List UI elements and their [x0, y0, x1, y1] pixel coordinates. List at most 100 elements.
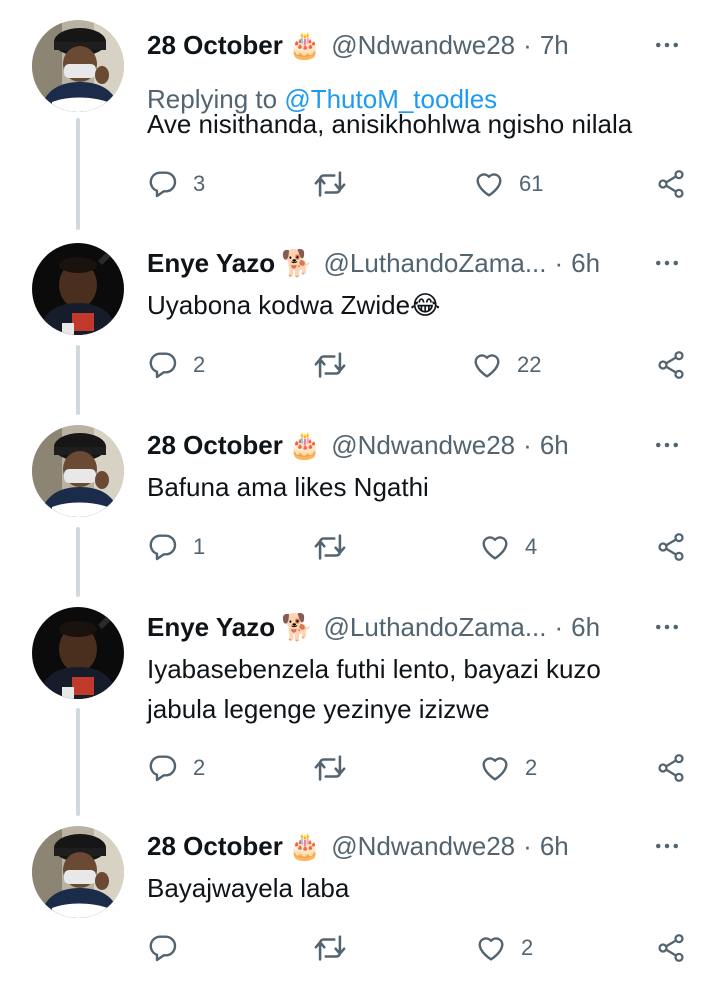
- separator-dot: ·: [523, 429, 532, 460]
- like-button[interactable]: 2: [479, 748, 537, 788]
- tweet-actions: 2 22: [147, 345, 692, 385]
- thread-line: [76, 118, 80, 230]
- timestamp[interactable]: 6h: [540, 831, 569, 862]
- thread-line: [76, 527, 80, 597]
- reply-button[interactable]: 2: [147, 345, 205, 385]
- like-button[interactable]: 2: [475, 928, 533, 968]
- display-name[interactable]: 28 October: [147, 30, 283, 61]
- tweet-actions: 2 2: [147, 748, 692, 788]
- thread-line: [76, 345, 80, 415]
- retweet-button[interactable]: [313, 527, 347, 567]
- like-count: 61: [519, 171, 544, 196]
- like-count: 2: [521, 935, 534, 960]
- retweet-icon: [313, 167, 347, 201]
- share-button[interactable]: [655, 164, 687, 204]
- reply-count: 3: [193, 171, 206, 196]
- share-button[interactable]: [655, 527, 687, 567]
- timestamp[interactable]: 7h: [540, 30, 569, 61]
- tweet-text: Iyabasebenzela futhi lento, bayazi kuzo …: [147, 649, 677, 729]
- more-icon[interactable]: [650, 246, 684, 280]
- avatar[interactable]: [32, 20, 124, 112]
- tweet-actions: 3 61: [147, 164, 692, 204]
- reply-button[interactable]: 1: [147, 527, 205, 567]
- more-icon[interactable]: [650, 610, 684, 644]
- timestamp[interactable]: 6h: [571, 248, 600, 279]
- tweet-text: Bafuna ama likes Ngathi: [147, 472, 429, 502]
- retweet-button[interactable]: [313, 748, 347, 788]
- tweet-text-line: Iyabasebenzela futhi lento, bayazi kuzo: [147, 654, 601, 684]
- cake-emoji: 🎂: [288, 830, 322, 861]
- share-button[interactable]: [655, 748, 687, 788]
- avatar[interactable]: [32, 425, 124, 517]
- retweet-button[interactable]: [313, 345, 347, 385]
- separator-dot: ·: [554, 247, 564, 278]
- like-count: 22: [517, 352, 542, 377]
- dog-emoji: 🐕: [281, 247, 314, 278]
- reply-icon: [147, 349, 179, 381]
- avatar[interactable]: [32, 243, 124, 335]
- reply-button[interactable]: 2: [147, 748, 205, 788]
- user-handle[interactable]: @Ndwandwe28: [331, 430, 515, 461]
- reply-icon: [147, 932, 179, 964]
- share-icon: [655, 932, 687, 964]
- separator-dot: ·: [554, 611, 564, 642]
- avatar[interactable]: [32, 607, 124, 699]
- tweet-header: 28 October 🎂 @Ndwandwe28 · 6h: [147, 428, 690, 462]
- share-button[interactable]: [655, 345, 687, 385]
- more-icon[interactable]: [650, 428, 684, 462]
- tweet-header: Enye Yazo 🐕 @LuthandoZama... · 6h: [147, 246, 690, 280]
- tweet-text: Uyabona kodwa Zwide😂: [147, 290, 441, 320]
- more-icon[interactable]: [650, 28, 684, 62]
- share-icon: [655, 531, 687, 563]
- reply-count: 2: [193, 755, 206, 780]
- like-icon: [479, 531, 511, 563]
- reply-count: 2: [193, 352, 206, 377]
- user-handle[interactable]: @LuthandoZama...: [324, 248, 547, 279]
- tweet-actions: 1 4: [147, 527, 692, 567]
- like-button[interactable]: 4: [479, 527, 537, 567]
- retweet-icon: [313, 931, 347, 965]
- reply-count: 1: [193, 534, 206, 559]
- dog-emoji: 🐕: [281, 611, 314, 642]
- tweet-text: Ave nisithanda, anisikhohlwa ngisho nila…: [147, 109, 633, 139]
- tweet-actions: 2: [147, 928, 692, 968]
- like-icon: [473, 168, 505, 200]
- tweet-text-line: jabula legenge yezinye izizwe: [147, 694, 490, 724]
- like-count: 2: [525, 755, 538, 780]
- tweet-text: Bayajwayela laba: [147, 873, 350, 903]
- separator-dot: ·: [523, 29, 532, 60]
- user-handle[interactable]: @Ndwandwe28: [331, 30, 515, 61]
- cake-emoji: 🎂: [288, 29, 322, 60]
- reply-icon: [147, 752, 179, 784]
- like-button[interactable]: 61: [473, 164, 543, 204]
- tweet-header: Enye Yazo 🐕 @LuthandoZama... · 6h: [147, 610, 690, 644]
- share-icon: [655, 752, 687, 784]
- reply-icon: [147, 531, 179, 563]
- timestamp[interactable]: 6h: [540, 430, 569, 461]
- timestamp[interactable]: 6h: [571, 612, 600, 643]
- user-handle[interactable]: @Ndwandwe28: [331, 831, 515, 862]
- display-name[interactable]: 28 October: [147, 430, 283, 461]
- cake-emoji: 🎂: [288, 429, 322, 460]
- share-button[interactable]: [655, 928, 687, 968]
- reply-button[interactable]: 3: [147, 164, 205, 204]
- share-icon: [655, 349, 687, 381]
- display-name[interactable]: Enye Yazo: [147, 612, 275, 643]
- thread-line: [76, 708, 80, 816]
- share-icon: [655, 168, 687, 200]
- retweet-button[interactable]: [313, 164, 347, 204]
- display-name[interactable]: 28 October: [147, 831, 283, 862]
- user-handle[interactable]: @LuthandoZama...: [324, 612, 547, 643]
- like-icon: [475, 932, 507, 964]
- retweet-button[interactable]: [313, 928, 347, 968]
- like-icon: [471, 349, 503, 381]
- reply-thread: 28 October 🎂 @Ndwandwe28 · 7h Replying t…: [0, 0, 720, 989]
- more-icon[interactable]: [650, 829, 684, 863]
- tweet-header: 28 October 🎂 @Ndwandwe28 · 6h: [147, 829, 690, 863]
- tweet-header: 28 October 🎂 @Ndwandwe28 · 7h: [147, 28, 690, 62]
- avatar[interactable]: [32, 826, 124, 918]
- reply-button[interactable]: [147, 928, 193, 968]
- like-button[interactable]: 22: [471, 345, 541, 385]
- display-name[interactable]: Enye Yazo: [147, 248, 275, 279]
- like-count: 4: [525, 534, 538, 559]
